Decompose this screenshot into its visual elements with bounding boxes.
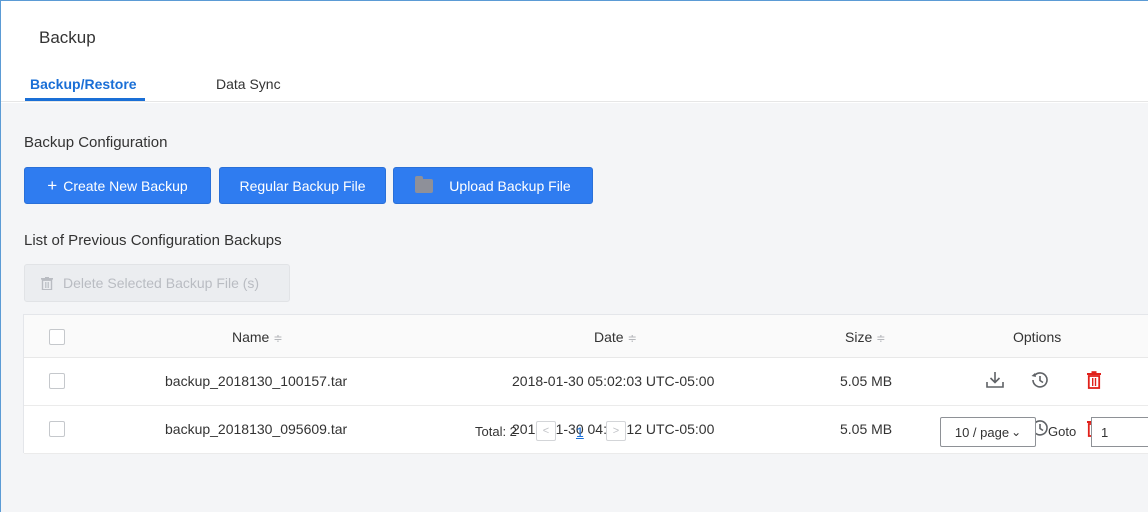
- backup-size: 5.05 MB: [840, 421, 893, 437]
- sort-icon: ≑: [273, 333, 283, 345]
- regular-backup-file-button[interactable]: Regular Backup File: [219, 167, 386, 204]
- sort-icon: ≑: [876, 333, 886, 345]
- trash-icon: [41, 276, 53, 290]
- row-checkbox[interactable]: [49, 421, 65, 437]
- goto-label: Goto: [1048, 424, 1077, 439]
- delete-trash-icon[interactable]: [1084, 370, 1104, 390]
- create-new-backup-button[interactable]: + Create New Backup: [24, 167, 211, 204]
- backup-size: 5.05 MB: [840, 373, 893, 389]
- prev-page-button[interactable]: <: [536, 421, 556, 441]
- delete-selected-backup-label: Delete Selected Backup File (s): [63, 275, 260, 291]
- delete-selected-backup-button[interactable]: Delete Selected Backup File (s): [24, 264, 290, 302]
- folder-icon: [415, 175, 434, 193]
- page-title: Backup: [39, 28, 96, 47]
- goto-page-input[interactable]: [1091, 417, 1148, 447]
- restore-history-icon[interactable]: [1030, 370, 1050, 390]
- page-header: Backup: [1, 1, 1148, 102]
- row-checkbox[interactable]: [49, 373, 65, 389]
- pagination-total: Total: 2: [475, 424, 517, 439]
- page-size-select[interactable]: 10 / page ⌄: [940, 417, 1036, 447]
- backup-date: 2018-01-30 05:02:03 UTC-05:00: [512, 373, 715, 389]
- column-header-name[interactable]: Name ≑: [232, 329, 283, 345]
- backup-name: backup_2018130_100157.tar: [165, 373, 348, 389]
- upload-backup-file-button[interactable]: Upload Backup File: [393, 167, 593, 204]
- tab-data-sync[interactable]: Data Sync: [216, 76, 281, 92]
- plus-icon: +: [47, 176, 58, 195]
- column-size-label: Size: [845, 329, 873, 345]
- next-page-button[interactable]: >: [606, 421, 626, 441]
- column-header-options: Options: [1013, 329, 1062, 345]
- select-all-checkbox[interactable]: [49, 329, 65, 345]
- table-row: backup_2018130_100157.tar 2018-01-30 05:…: [24, 358, 1148, 406]
- column-header-date[interactable]: Date ≑: [594, 329, 637, 345]
- backup-name: backup_2018130_095609.tar: [165, 421, 348, 437]
- page-size-value: 10 / page: [954, 424, 1010, 440]
- create-new-backup-label: Create New Backup: [63, 177, 188, 194]
- previous-backups-title: List of Previous Configuration Backups: [24, 232, 282, 249]
- column-header-size[interactable]: Size ≑: [845, 329, 885, 345]
- tab-backup-restore[interactable]: Backup/Restore: [30, 76, 137, 92]
- upload-backup-file-label: Upload Backup File: [449, 177, 571, 194]
- column-name-label: Name: [232, 329, 270, 345]
- backup-configuration-title: Backup Configuration: [24, 134, 168, 151]
- sort-icon: ≑: [627, 333, 637, 345]
- table-header: Name ≑ Date ≑ Size ≑ Options: [24, 315, 1148, 358]
- page-number-1[interactable]: 1: [576, 424, 584, 440]
- active-tab-indicator: [25, 98, 145, 101]
- chevron-down-icon: ⌄: [1011, 425, 1022, 439]
- column-date-label: Date: [594, 329, 624, 345]
- download-icon[interactable]: [985, 370, 1005, 390]
- regular-backup-file-label: Regular Backup File: [239, 177, 366, 194]
